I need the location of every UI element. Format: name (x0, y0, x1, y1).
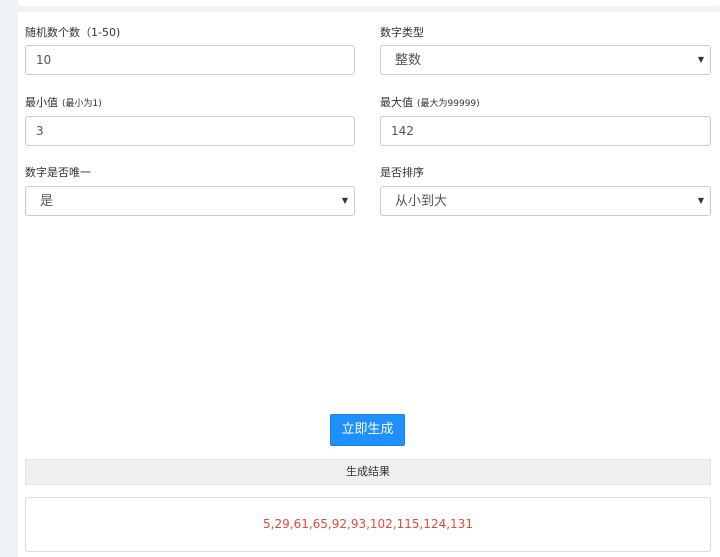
sort-select[interactable]: 从小到大 ▼ (380, 186, 711, 216)
unique-value: 是 (40, 194, 54, 209)
max-input[interactable]: 142 (380, 116, 711, 146)
chevron-down-icon: ▼ (697, 55, 704, 64)
min-label: 最小值 (最小为1) (25, 94, 102, 110)
min-input[interactable]: 3 (25, 116, 355, 146)
max-value: 142 (391, 124, 414, 138)
max-hint: (最大为99999) (417, 99, 480, 109)
generate-button[interactable]: 立即生成 (330, 414, 405, 446)
max-label-text: 最大值 (380, 96, 413, 109)
result-header: 生成结果 (25, 459, 711, 485)
top-panel-edge (18, 0, 720, 6)
result-output: 5,29,61,65,92,93,102,115,124,131 (25, 497, 711, 552)
min-label-text: 最小值 (25, 96, 58, 109)
count-input[interactable]: 10 (25, 45, 355, 75)
unique-select[interactable]: 是 ▼ (25, 186, 355, 216)
count-label: 随机数个数（1-50) (25, 26, 121, 39)
count-value: 10 (36, 53, 52, 67)
number-type-label: 数字类型 (380, 26, 424, 39)
sort-label: 是否排序 (380, 166, 424, 179)
min-hint: (最小为1) (62, 99, 102, 109)
sort-value: 从小到大 (395, 194, 448, 209)
max-label: 最大值 (最大为99999) (380, 94, 480, 110)
chevron-down-icon: ▼ (697, 196, 704, 205)
chevron-down-icon: ▼ (341, 196, 348, 205)
number-type-select[interactable]: 整数 ▼ (380, 45, 711, 75)
number-type-value: 整数 (395, 53, 422, 68)
min-value: 3 (36, 124, 44, 138)
unique-label: 数字是否唯一 (25, 166, 91, 179)
